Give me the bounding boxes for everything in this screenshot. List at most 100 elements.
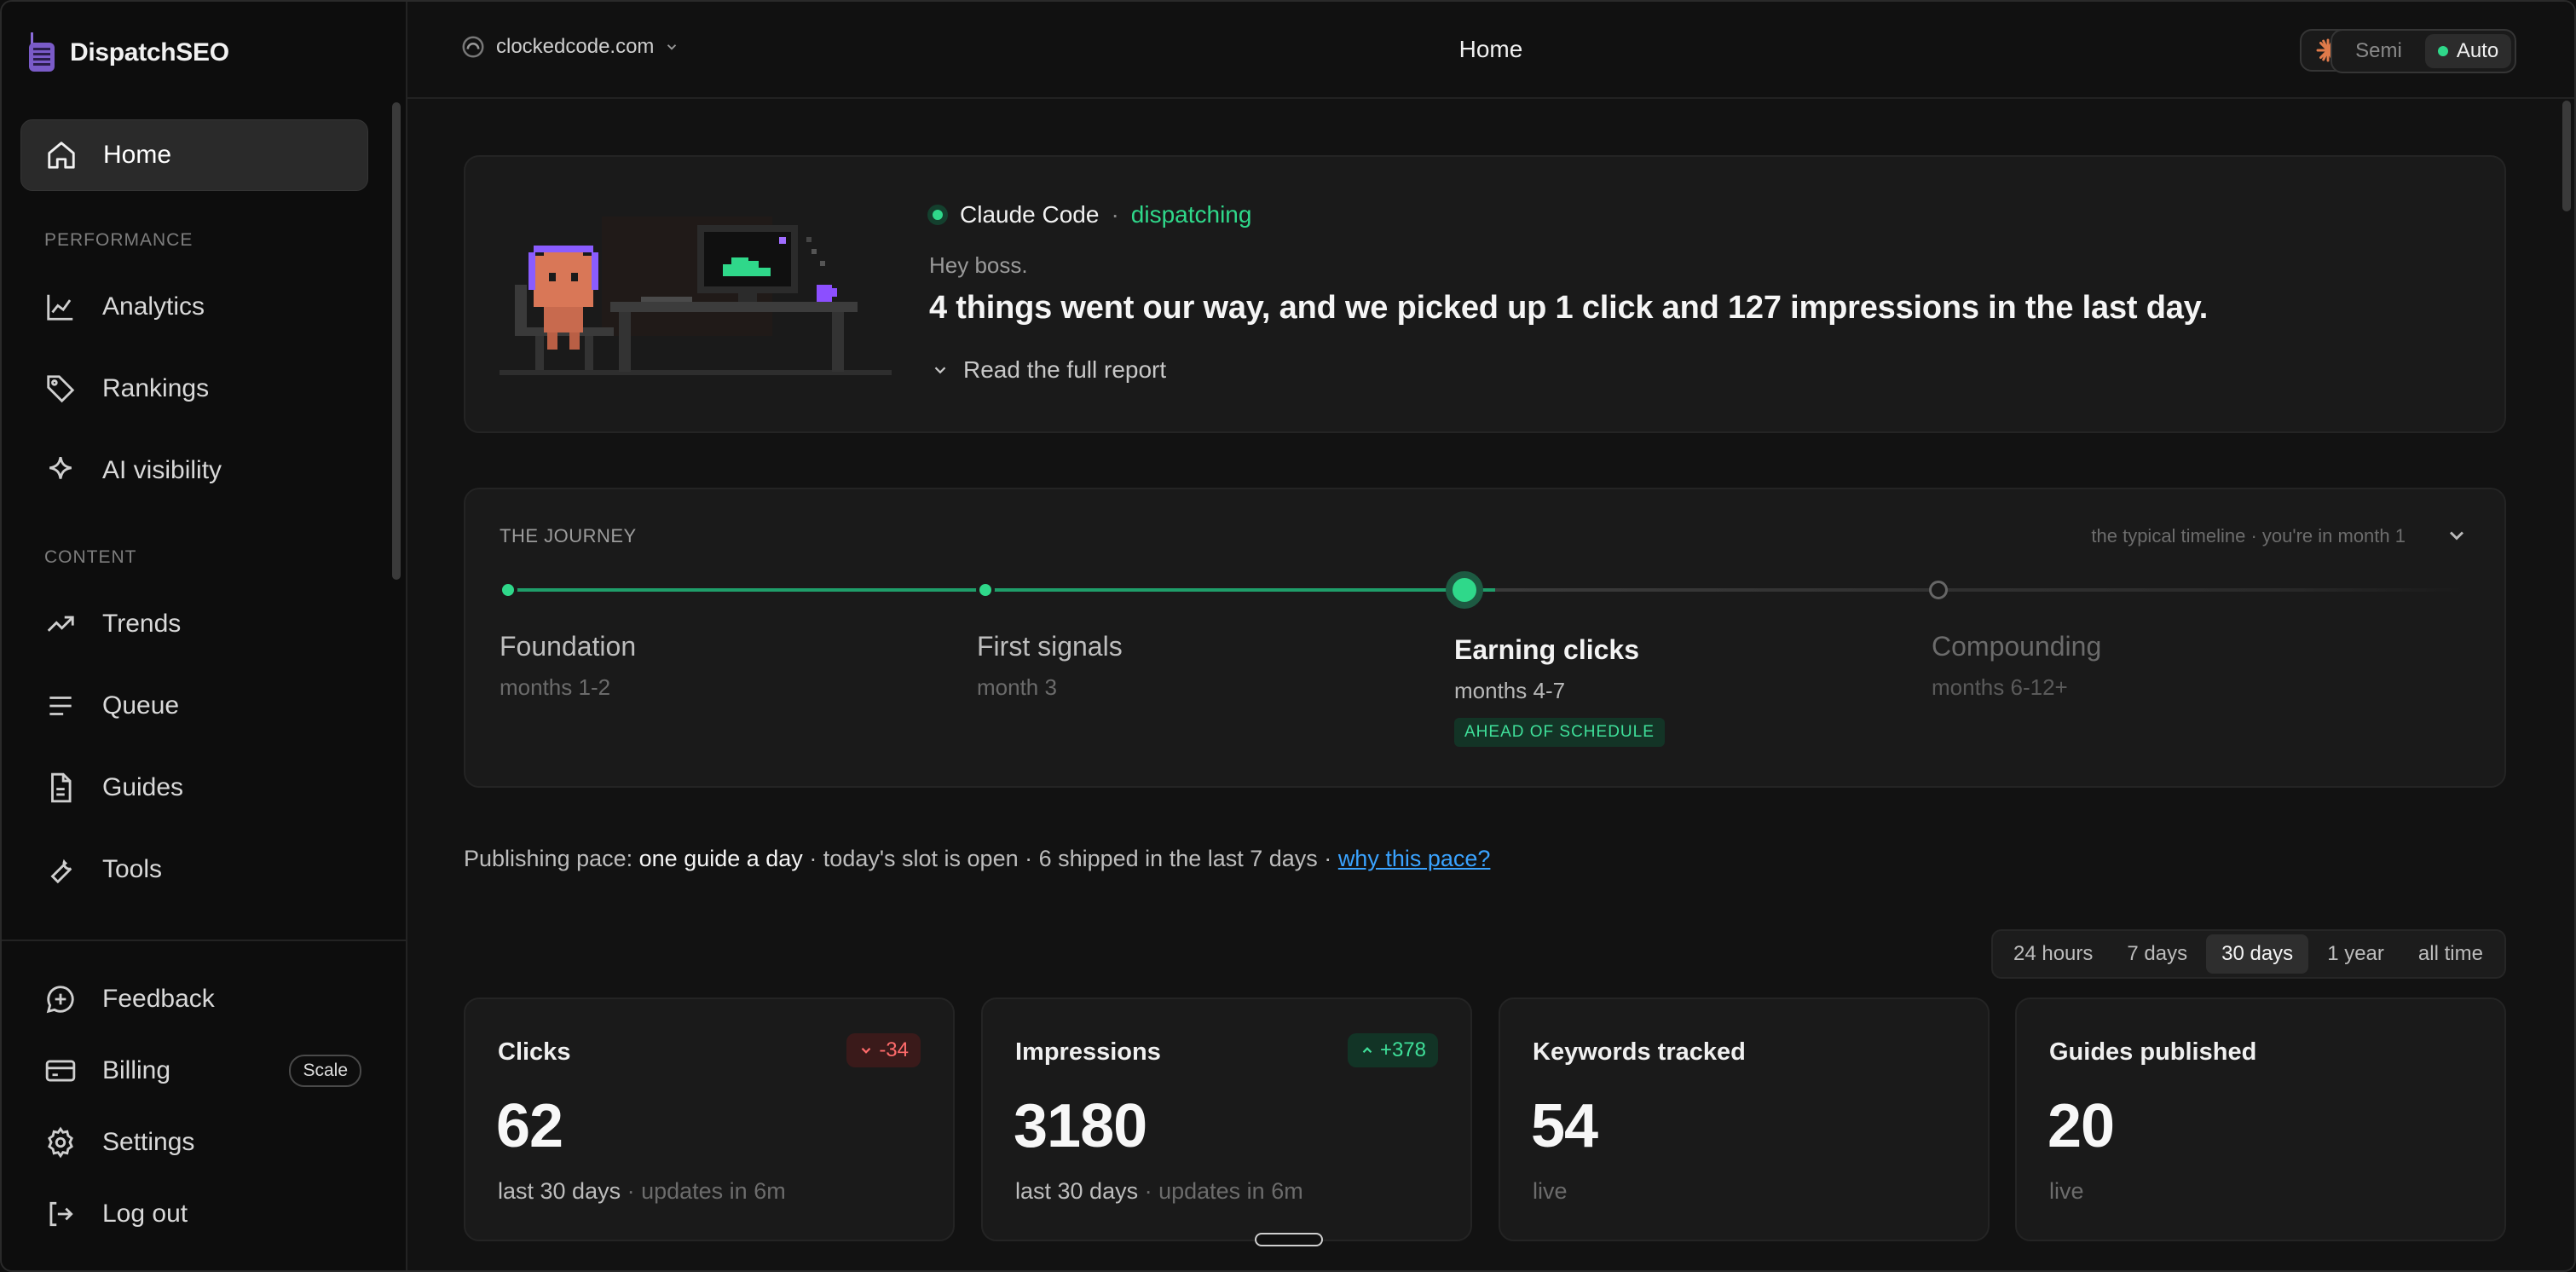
sidebar-item-analytics[interactable]: Analytics	[20, 271, 368, 343]
sidebar-item-label: Queue	[102, 691, 180, 720]
page-title: Home	[1458, 36, 1523, 62]
greeting: Hey boss.	[929, 252, 1028, 278]
stage-name: Earning clicks	[1454, 634, 1639, 665]
journey-title: THE JOURNEY	[500, 525, 637, 546]
sidebar-item-label: Billing	[102, 1056, 171, 1084]
stat-card-clicks[interactable]: Clicks -34 62 last 30 days · updates in …	[464, 997, 955, 1241]
sidebar-item-guides[interactable]: Guides	[20, 752, 368, 824]
stat-card-impressions[interactable]: Impressions +378 3180 last 30 days · upd…	[981, 997, 1472, 1241]
stat-label: Impressions	[1015, 1038, 1161, 1066]
agent-status-line: Claude Code · dispatching	[927, 201, 1251, 228]
sidebar-item-label: Trends	[102, 610, 182, 638]
agent-status: dispatching	[1130, 201, 1252, 228]
stat-period: last 30 days	[1015, 1178, 1139, 1204]
mode-semi-option[interactable]: Semi	[2336, 34, 2422, 68]
journey-track	[499, 571, 2467, 609]
stat-value: 3180	[1014, 1092, 1147, 1160]
sidebar-item-billing[interactable]: Billing Scale	[20, 1035, 368, 1107]
walkie-talkie-logo-icon	[29, 32, 55, 72]
stat-label: Guides published	[2049, 1038, 2257, 1066]
sidebar-item-label: Guides	[102, 773, 184, 801]
topbar: clockedcode.com Home Semi Auto	[407, 2, 2574, 99]
delta-badge: -34	[846, 1033, 921, 1067]
status-dot-icon	[927, 205, 948, 225]
read-report-toggle[interactable]: Read the full report	[931, 356, 1166, 384]
mode-auto-label: Auto	[2456, 39, 2499, 62]
wrench-icon	[50, 859, 72, 884]
stat-subtitle: live	[2049, 1178, 2084, 1205]
brand[interactable]: DispatchSEO	[27, 27, 229, 78]
stat-period: last 30 days	[498, 1178, 621, 1204]
pace-label: Publishing pace:	[464, 846, 639, 871]
chevron-up-icon	[1362, 1047, 1372, 1054]
sidebar-item-label: Log out	[102, 1200, 188, 1228]
stat-update-note: · updates in 6m	[1138, 1178, 1303, 1204]
stat-card-keywords[interactable]: Keywords tracked 54 live	[1499, 997, 1990, 1241]
stage-range: months 6-12+	[1932, 674, 2068, 700]
mode-semi-label: Semi	[2355, 39, 2402, 62]
sparkle-icon	[49, 456, 72, 479]
sidebar-item-logout[interactable]: Log out	[20, 1178, 368, 1250]
feedback-icon	[46, 986, 74, 1014]
list-icon	[49, 697, 72, 715]
logout-icon	[49, 1201, 73, 1227]
mode-auto-option[interactable]: Auto	[2425, 34, 2511, 68]
brand-name: DispatchSEO	[70, 38, 229, 66]
sidebar-item-label: Rankings	[102, 374, 210, 402]
sidebar-item-label: Home	[103, 141, 172, 169]
sidebar-item-label: Feedback	[102, 985, 215, 1013]
stage-node-current	[1446, 571, 1483, 609]
credit-card-icon	[45, 1060, 76, 1082]
app-window: DispatchSEO Home PERFORMANCE Analytics R…	[0, 0, 2576, 1272]
range-24-hours[interactable]: 24 hours	[1998, 934, 2108, 974]
stage-first-signals: First signals month 3	[977, 631, 1123, 701]
main-scrollbar[interactable]	[2562, 101, 2571, 211]
sidebar-item-ai-visibility[interactable]: AI visibility	[20, 435, 368, 506]
pace-value: one guide a day	[638, 846, 803, 871]
sidebar-item-home[interactable]: Home	[20, 119, 368, 191]
range-all-time[interactable]: all time	[2403, 934, 2498, 974]
sidebar-item-label: Settings	[102, 1128, 195, 1156]
section-content: CONTENT	[44, 547, 137, 567]
sidebar-scrollbar[interactable]	[392, 102, 401, 580]
separator: ·	[1111, 201, 1119, 228]
sidebar-item-tools[interactable]: Tools	[20, 834, 368, 905]
home-icon	[48, 142, 75, 169]
stage-compounding: Compounding months 6-12+	[1932, 631, 2101, 701]
read-report-label: Read the full report	[963, 356, 1167, 383]
sidebar-item-rankings[interactable]: Rankings	[20, 353, 368, 425]
stage-range: months 4-7	[1454, 678, 1566, 703]
sidebar-item-feedback[interactable]: Feedback	[20, 963, 368, 1035]
delta-value: +378	[1379, 1038, 1426, 1061]
publishing-pace: Publishing pace: one guide a day · today…	[464, 846, 1490, 872]
scroll-handle[interactable]	[1255, 1233, 1323, 1246]
sidebar-item-settings[interactable]: Settings	[20, 1107, 368, 1178]
sidebar: DispatchSEO Home PERFORMANCE Analytics R…	[2, 2, 407, 1270]
sidebar-divider	[2, 940, 406, 941]
section-performance: PERFORMANCE	[44, 230, 193, 250]
sidebar-item-queue[interactable]: Queue	[20, 670, 368, 742]
plan-badge: Scale	[289, 1055, 361, 1087]
sidebar-item-label: Tools	[102, 855, 163, 883]
pace-details: · today's slot is open · 6 shipped in th…	[802, 846, 1338, 871]
stage-earning-clicks: Earning clicks months 4-7 AHEAD OF SCHED…	[1454, 634, 1665, 747]
stat-label: Clicks	[498, 1038, 571, 1066]
stage-foundation: Foundation months 1-2	[500, 631, 636, 701]
range-7-days[interactable]: 7 days	[2111, 934, 2203, 974]
sidebar-item-trends[interactable]: Trends	[20, 588, 368, 660]
chevron-down-icon	[934, 367, 946, 374]
stat-label: Keywords tracked	[1533, 1038, 1746, 1066]
stat-card-guides[interactable]: Guides published 20 live	[2015, 997, 2506, 1241]
progress-segment-remaining	[1495, 588, 2467, 592]
why-this-pace-link[interactable]: why this pace?	[1338, 846, 1491, 871]
document-icon	[51, 772, 72, 803]
range-1-year[interactable]: 1 year	[2312, 934, 2400, 974]
stat-value: 54	[1531, 1092, 1598, 1160]
sidebar-item-label: Analytics	[102, 292, 205, 321]
range-30-days[interactable]: 30 days	[2206, 934, 2309, 974]
journey-collapse-button[interactable]	[2445, 523, 2469, 552]
mode-toggle: Semi Auto	[2331, 29, 2516, 73]
stat-update-note: · updates in 6m	[621, 1178, 786, 1204]
time-range-selector: 24 hours 7 days 30 days 1 year all time	[1991, 929, 2506, 979]
stat-subtitle: last 30 days · updates in 6m	[1015, 1178, 1303, 1205]
